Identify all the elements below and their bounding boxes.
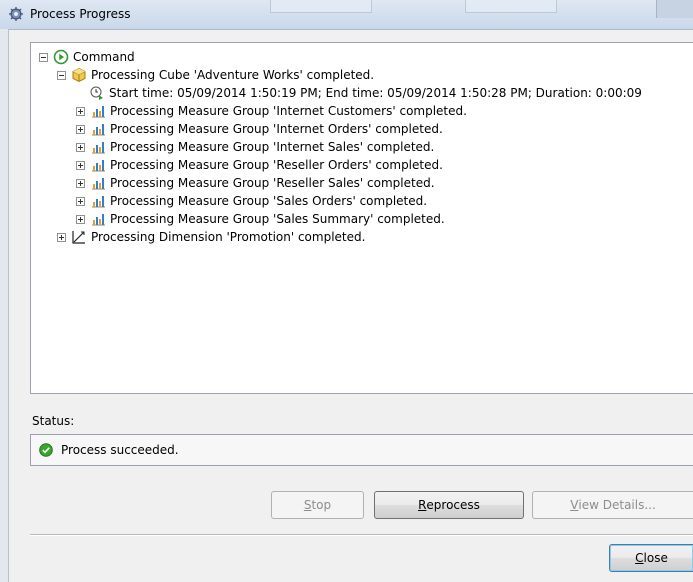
axis-icon — [71, 229, 87, 245]
expand-toggle[interactable] — [57, 232, 66, 242]
expand-toggle[interactable] — [76, 160, 85, 170]
expand-toggle[interactable] — [76, 214, 85, 224]
background-window-fragment — [465, 0, 557, 13]
tree-node-label: Processing Measure Group 'Sales Orders' … — [110, 194, 428, 208]
mnemonic: S — [303, 498, 312, 512]
tree-node-measure-group[interactable]: Processing Measure Group 'Reseller Sales… — [76, 174, 435, 192]
window-left-edge — [0, 29, 9, 582]
title-bar-edge — [656, 0, 693, 18]
tree-node-label: Processing Measure Group 'Reseller Sales… — [110, 176, 435, 190]
tree-node-measure-group[interactable]: Processing Measure Group 'Sales Summary'… — [76, 210, 445, 228]
tree-node-measure-group[interactable]: Processing Measure Group 'Reseller Order… — [76, 156, 443, 174]
reprocess-button[interactable]: Reprocess — [374, 491, 524, 519]
bar-chart-icon — [90, 139, 106, 155]
mnemonic: R — [418, 498, 427, 512]
expand-toggle[interactable] — [76, 178, 85, 188]
cube-icon — [71, 67, 87, 83]
mnemonic: V — [570, 498, 579, 512]
collapse-toggle[interactable] — [39, 52, 48, 62]
tree-node-label: Processing Measure Group 'Internet Order… — [110, 122, 443, 136]
tree-node-command[interactable]: Command — [39, 48, 135, 66]
title-bar: Process Progress — [0, 0, 693, 30]
stop-button[interactable]: Stop — [271, 491, 364, 519]
expand-toggle[interactable] — [76, 142, 85, 152]
bar-chart-icon — [90, 103, 106, 119]
bar-chart-icon — [90, 211, 106, 227]
button-label-rest: lose — [643, 551, 668, 565]
tree-node-label: Processing Measure Group 'Sales Summary'… — [110, 212, 445, 226]
tree-node-label: Processing Measure Group 'Reseller Order… — [110, 158, 443, 172]
background-window-fragment — [270, 0, 372, 13]
separator — [30, 534, 693, 536]
tree-node-label: Processing Measure Group 'Internet Sales… — [110, 140, 435, 154]
expand-toggle[interactable] — [76, 106, 85, 116]
bar-chart-icon — [90, 121, 106, 137]
mnemonic: C — [635, 551, 644, 565]
tree-node-label: Command — [73, 50, 135, 64]
check-icon — [39, 443, 53, 457]
bar-chart-icon — [90, 175, 106, 191]
bar-chart-icon — [90, 157, 106, 173]
collapse-toggle[interactable] — [57, 70, 66, 80]
button-label-rest: eprocess — [426, 498, 480, 512]
button-label-rest: iew Details... — [578, 498, 656, 512]
bar-chart-icon — [90, 193, 106, 209]
tree-node-cube[interactable]: Processing Cube 'Adventure Works' comple… — [57, 66, 374, 84]
view-details-button[interactable]: View Details... — [532, 491, 693, 519]
tree-node-label: Processing Dimension 'Promotion' complet… — [91, 230, 366, 244]
tree-node-label: Processing Cube 'Adventure Works' comple… — [91, 68, 375, 82]
tree-node-measure-group[interactable]: Processing Measure Group 'Sales Orders' … — [76, 192, 427, 210]
button-label-rest: top — [311, 498, 332, 512]
status-box: Process succeeded. — [30, 434, 693, 466]
run-green-circle-icon — [53, 49, 69, 65]
tree-node-label: Start time: 05/09/2014 1:50:19 PM; End t… — [109, 86, 642, 100]
expand-toggle[interactable] — [76, 196, 85, 206]
tree-node-measure-group[interactable]: Processing Measure Group 'Internet Custo… — [76, 102, 467, 120]
window-title: Process Progress — [30, 7, 131, 21]
process-gear-icon — [8, 6, 24, 22]
tree-node-measure-group[interactable]: Processing Measure Group 'Internet Sales… — [76, 138, 434, 156]
tree-node-label: Processing Measure Group 'Internet Custo… — [110, 104, 467, 118]
tree-node-timing: Start time: 05/09/2014 1:50:19 PM; End t… — [89, 84, 642, 102]
tree-node-measure-group[interactable]: Processing Measure Group 'Internet Order… — [76, 120, 443, 138]
expand-toggle[interactable] — [76, 124, 85, 134]
status-label: Status: — [32, 414, 75, 428]
close-button[interactable]: Close — [609, 544, 693, 572]
progress-tree[interactable]: Command Processing Cube 'Adventure Works… — [30, 42, 693, 394]
status-message: Process succeeded. — [61, 443, 179, 457]
tree-node-dimension[interactable]: Processing Dimension 'Promotion' complet… — [57, 228, 365, 246]
clock-icon — [89, 85, 105, 101]
